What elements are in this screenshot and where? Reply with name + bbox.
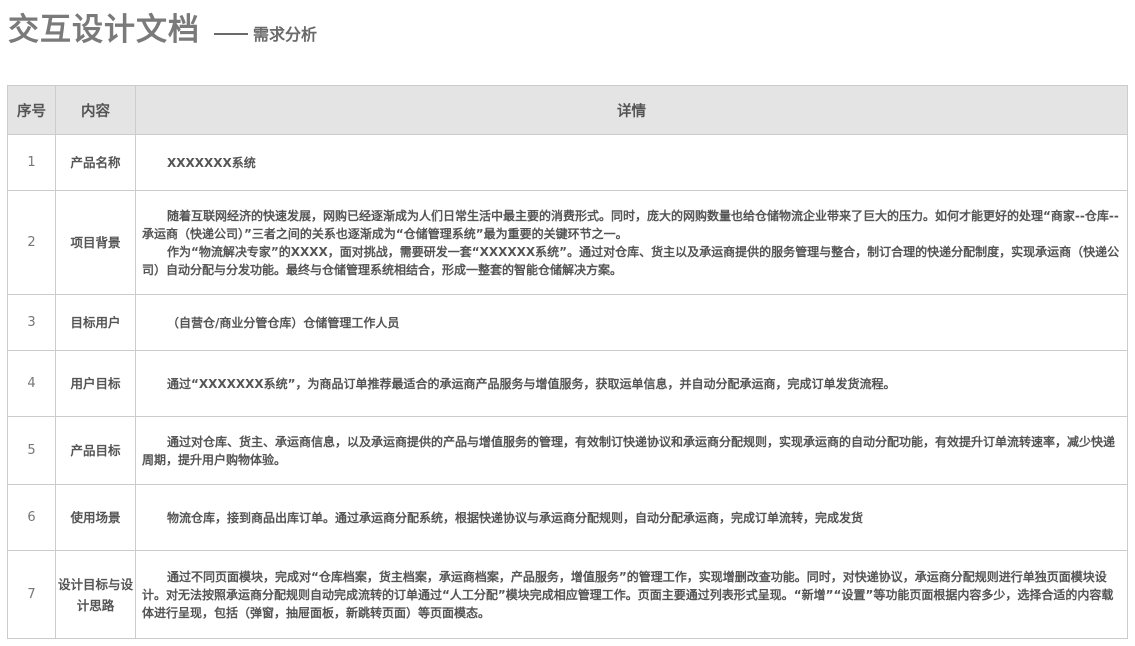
detail-paragraph: 作为“物流解决专家”的XXXX，面对挑战，需要研发一套“XXXXXX系统”。通过… <box>142 244 1120 277</box>
detail-paragraph: 通过对仓库、货主、承运商信息，以及承运商提供的产品与增值服务的管理，有效制订快递… <box>142 434 1116 467</box>
detail-paragraph: 随着互联网经济的快速发展，网购已经逐渐成为人们日常生活中最主要的消费形式。同时，… <box>142 208 1119 241</box>
row-detail: XXXXXXX系统 <box>135 134 1128 191</box>
table-row: 7 设计目标与设计思路 通过不同页面模块，完成对“仓库档案，货主档案，承运商档案… <box>7 550 1128 639</box>
row-label: 产品目标 <box>55 416 136 485</box>
detail-paragraph: XXXXXXX系统 <box>167 155 256 170</box>
row-detail: 通过对仓库、货主、承运商信息，以及承运商提供的产品与增值服务的管理，有效制订快递… <box>135 416 1128 485</box>
requirements-table: 序号 内容 详情 1 产品名称 XXXXXXX系统 2 项目背景 随着互联网经济… <box>7 85 1128 639</box>
row-number: 5 <box>7 416 56 485</box>
row-number: 4 <box>7 350 56 417</box>
row-label: 用户目标 <box>55 350 136 417</box>
row-number: 6 <box>7 484 56 551</box>
table-row: 1 产品名称 XXXXXXX系统 <box>7 134 1128 191</box>
row-label: 设计目标与设计思路 <box>55 550 136 639</box>
row-label: 项目背景 <box>55 190 136 295</box>
column-header-detail: 详情 <box>135 85 1128 135</box>
row-number: 1 <box>7 134 56 191</box>
row-label: 使用场景 <box>55 484 136 551</box>
column-header-content: 内容 <box>55 85 136 135</box>
row-detail: 物流仓库，接到商品出库订单。通过承运商分配系统，根据快递协议与承运商分配规则，自… <box>135 484 1128 551</box>
row-detail: （自营仓/商业分管仓库）仓储管理工作人员 <box>135 294 1128 351</box>
detail-paragraph: 通过“XXXXXXX系统”，为商品订单推荐最适合的承运商产品服务与增值服务，获取… <box>167 376 896 391</box>
row-detail: 通过不同页面模块，完成对“仓库档案，货主档案，承运商档案，产品服务，增值服务”的… <box>135 550 1128 639</box>
row-number: 2 <box>7 190 56 295</box>
row-number: 7 <box>7 550 56 639</box>
table-row: 4 用户目标 通过“XXXXXXX系统”，为商品订单推荐最适合的承运商产品服务与… <box>7 350 1128 417</box>
page-subtitle: 需求分析 <box>214 21 317 45</box>
document-header: 交互设计文档 需求分析 <box>8 4 317 48</box>
column-header-number: 序号 <box>7 85 56 135</box>
detail-paragraph: 物流仓库，接到商品出库订单。通过承运商分配系统，根据快递协议与承运商分配规则，自… <box>167 510 864 525</box>
table-row: 6 使用场景 物流仓库，接到商品出库订单。通过承运商分配系统，根据快递协议与承运… <box>7 484 1128 551</box>
row-label: 目标用户 <box>55 294 136 351</box>
title-dash-divider <box>214 32 248 35</box>
detail-paragraph: 通过不同页面模块，完成对“仓库档案，货主档案，承运商档案，产品服务，增值服务”的… <box>142 569 1114 620</box>
page-title: 交互设计文档 <box>8 12 200 48</box>
row-detail: 通过“XXXXXXX系统”，为商品订单推荐最适合的承运商产品服务与增值服务，获取… <box>135 350 1128 417</box>
row-label: 产品名称 <box>55 134 136 191</box>
row-detail: 随着互联网经济的快速发展，网购已经逐渐成为人们日常生活中最主要的消费形式。同时，… <box>135 190 1128 295</box>
table-row: 5 产品目标 通过对仓库、货主、承运商信息，以及承运商提供的产品与增值服务的管理… <box>7 416 1128 485</box>
table-header-row: 序号 内容 详情 <box>7 85 1128 135</box>
row-number: 3 <box>7 294 56 351</box>
detail-paragraph: （自营仓/商业分管仓库）仓储管理工作人员 <box>167 315 400 330</box>
table-row: 2 项目背景 随着互联网经济的快速发展，网购已经逐渐成为人们日常生活中最主要的消… <box>7 190 1128 295</box>
table-row: 3 目标用户 （自营仓/商业分管仓库）仓储管理工作人员 <box>7 294 1128 351</box>
page-subtitle-text: 需求分析 <box>253 25 318 44</box>
